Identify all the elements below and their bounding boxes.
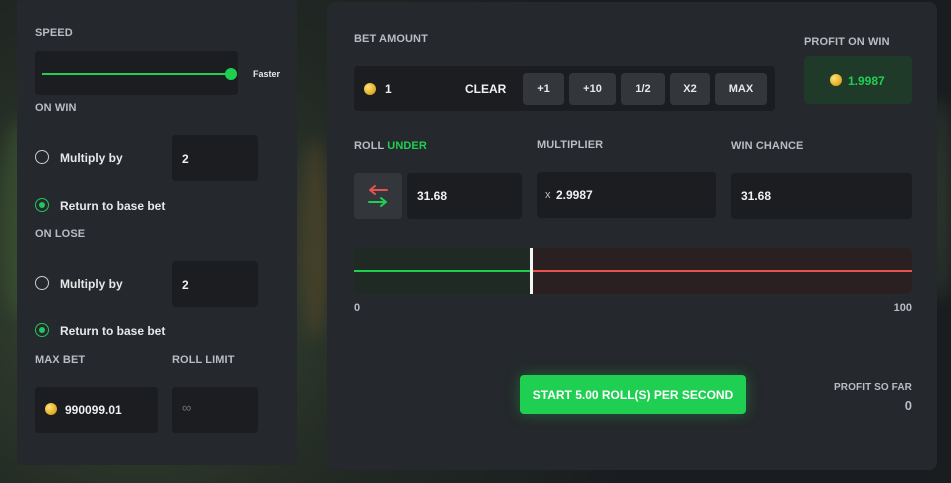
- roll-label: ROLL: [354, 140, 385, 152]
- coin-icon: [830, 74, 842, 86]
- roll-mode: UNDER: [387, 140, 427, 152]
- roll-limit-placeholder: ∞: [182, 400, 192, 415]
- max-bet-label: MAX BET: [35, 354, 86, 366]
- on-lose-return-label[interactable]: Return to base bet: [60, 324, 165, 338]
- plus-ten-button[interactable]: +10: [569, 73, 616, 105]
- slider-min-label: 0: [354, 302, 361, 314]
- profit-so-far-label: PROFIT SO FAR: [834, 382, 912, 393]
- profit-on-win-label: PROFIT ON WIN: [804, 36, 890, 48]
- slider-handle[interactable]: [530, 248, 533, 294]
- roll-value: 31.68: [417, 189, 448, 203]
- double-button[interactable]: X2: [670, 73, 710, 105]
- max-bet-value: 990099.01: [65, 403, 122, 417]
- win-chance-value: 31.68: [741, 189, 772, 203]
- roll-value-input[interactable]: 31.68: [407, 173, 522, 219]
- on-win-multiply-input[interactable]: 2: [172, 135, 258, 181]
- speed-hint: Faster: [253, 69, 281, 79]
- on-win-return-radio[interactable]: [35, 198, 49, 212]
- roll-limit-label: ROLL LIMIT: [172, 354, 235, 366]
- multiplier-value: 2.9987: [556, 188, 593, 202]
- slider-lose-line: [533, 270, 912, 272]
- on-lose-multiply-value: 2: [182, 278, 189, 292]
- roll-limit-input[interactable]: ∞: [172, 387, 258, 433]
- profit-so-far-value: 0: [904, 398, 912, 413]
- max-bet-input[interactable]: 990099.01: [35, 387, 158, 433]
- profit-on-win-value: 1.9987: [848, 74, 885, 88]
- multiplier-label: MULTIPLIER: [537, 139, 604, 151]
- speed-slider-handle[interactable]: [225, 68, 237, 80]
- bet-panel: BET AMOUNT 1 CLEAR +1 +10 1/2 X2 MAX PRO…: [327, 2, 937, 470]
- profit-on-win-box: 1.9987: [804, 56, 912, 104]
- on-lose-multiply-label[interactable]: Multiply by: [60, 277, 123, 291]
- auto-settings-panel: SPEED Faster ON WIN Multiply by 2 Return…: [17, 0, 297, 465]
- swap-roll-direction-button[interactable]: [354, 173, 402, 219]
- on-lose-multiply-input[interactable]: 2: [172, 261, 258, 307]
- win-chance-input[interactable]: 31.68: [731, 173, 912, 219]
- slider-max-label: 100: [893, 302, 912, 314]
- speed-slider-track[interactable]: [42, 73, 230, 75]
- swap-arrows-icon: [368, 185, 388, 207]
- on-lose-multiply-radio[interactable]: [35, 276, 49, 290]
- on-win-label: ON WIN: [35, 102, 77, 114]
- half-button[interactable]: 1/2: [621, 73, 665, 105]
- coin-icon: [364, 83, 376, 95]
- multiplier-input[interactable]: x 2.9987: [537, 172, 716, 218]
- bet-amount-value: 1: [385, 82, 392, 96]
- speed-label: SPEED: [35, 27, 73, 39]
- multiplier-prefix: x: [545, 189, 551, 201]
- bet-amount-input[interactable]: 1 CLEAR +1 +10 1/2 X2 MAX: [354, 66, 775, 111]
- roll-slider[interactable]: [354, 248, 912, 294]
- on-lose-return-radio[interactable]: [35, 323, 49, 337]
- roll-under-label: ROLL UNDER: [354, 140, 427, 152]
- on-win-multiply-value: 2: [182, 152, 189, 166]
- coin-icon: [45, 403, 57, 415]
- start-autobet-button[interactable]: START 5.00 ROLL(S) PER SECOND: [520, 375, 746, 414]
- slider-win-line: [354, 270, 531, 272]
- bet-amount-label: BET AMOUNT: [354, 33, 428, 45]
- max-button[interactable]: MAX: [715, 73, 767, 105]
- clear-button[interactable]: CLEAR: [465, 82, 506, 96]
- on-win-return-label[interactable]: Return to base bet: [60, 199, 165, 213]
- background-decoration: [300, 140, 330, 340]
- plus-one-button[interactable]: +1: [523, 73, 564, 105]
- on-lose-label: ON LOSE: [35, 228, 86, 240]
- on-win-multiply-label[interactable]: Multiply by: [60, 151, 123, 165]
- win-chance-label: WIN CHANCE: [731, 140, 804, 152]
- speed-slider-box: [35, 51, 238, 95]
- on-win-multiply-radio[interactable]: [35, 150, 49, 164]
